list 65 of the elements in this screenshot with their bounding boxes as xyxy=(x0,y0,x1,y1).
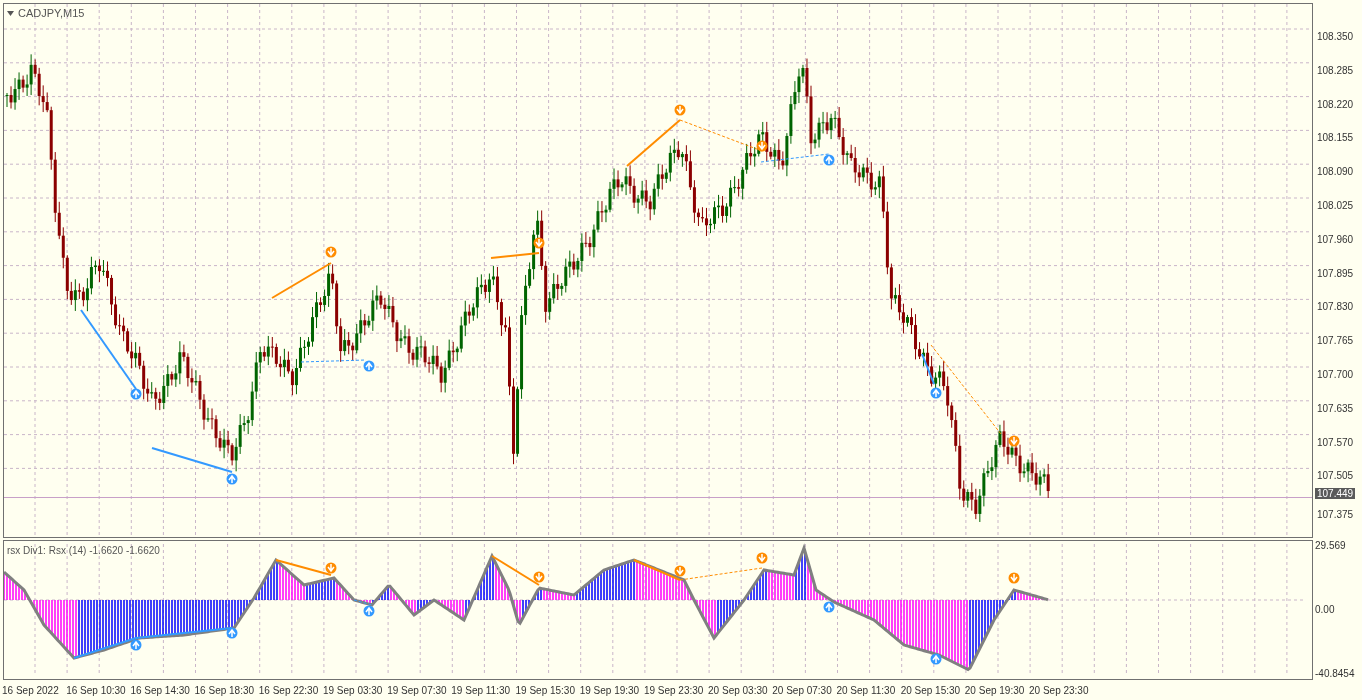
down-arrow-marker-icon xyxy=(674,565,686,577)
time-axis-label: 19 Sep 15:30 xyxy=(515,684,576,698)
price-axis-label: 108.220 xyxy=(1316,98,1354,110)
indicator-label: rsx Div1: Rsx (14) -1.6620 -1.6620 xyxy=(7,544,160,558)
time-axis-label: 16 Sep 2022 xyxy=(2,684,60,698)
down-arrow-marker-icon xyxy=(1008,435,1020,447)
time-axis-label: 19 Sep 23:30 xyxy=(643,684,705,698)
time-axis-label: 19 Sep 19:30 xyxy=(579,684,641,698)
down-arrow-marker-icon xyxy=(756,552,768,564)
time-axis-label: 20 Sep 15:30 xyxy=(900,684,962,698)
price-axis-label: 107.635 xyxy=(1316,402,1354,414)
up-arrow-marker-icon xyxy=(930,387,942,399)
time-axis-label: 16 Sep 10:30 xyxy=(66,684,127,698)
time-axis-label: 19 Sep 07:30 xyxy=(387,684,448,698)
indicator-axis-label: -40.8454 xyxy=(1314,668,1356,680)
time-axis-label: 20 Sep 23:30 xyxy=(1029,684,1090,698)
time-axis-label: 20 Sep 07:30 xyxy=(772,684,833,698)
time-axis-label: 20 Sep 11:30 xyxy=(836,684,897,698)
time-axis-label: 16 Sep 22:30 xyxy=(258,684,320,698)
trend-line xyxy=(275,559,332,576)
up-arrow-marker-icon xyxy=(823,154,835,166)
price-axis-label: 107.700 xyxy=(1316,368,1354,380)
up-arrow-marker-icon xyxy=(226,627,238,639)
indicator-axis-label: 29.569 xyxy=(1314,540,1347,552)
time-axis-label: 16 Sep 14:30 xyxy=(130,684,191,698)
current-price-label: 107.449 xyxy=(1315,488,1356,499)
down-arrow-marker-icon xyxy=(533,237,545,249)
time-axis-label: 19 Sep 11:30 xyxy=(451,684,512,698)
trend-line xyxy=(271,262,332,299)
down-arrow-marker-icon xyxy=(325,562,337,574)
up-arrow-marker-icon xyxy=(930,653,942,665)
up-arrow-marker-icon xyxy=(130,388,142,400)
price-axis-label: 107.570 xyxy=(1316,436,1354,448)
price-axis-label: 107.895 xyxy=(1316,267,1354,279)
up-arrow-marker-icon xyxy=(363,605,375,617)
price-axis-label: 107.375 xyxy=(1316,509,1354,521)
price-axis-label: 107.505 xyxy=(1316,470,1354,482)
price-axis-label: 108.350 xyxy=(1316,31,1354,42)
dropdown-triangle-icon[interactable] xyxy=(7,10,14,16)
price-axis-label: 107.830 xyxy=(1316,301,1354,313)
price-axis-label: 108.285 xyxy=(1316,64,1354,76)
down-arrow-marker-icon xyxy=(325,246,337,258)
trend-line xyxy=(353,599,373,606)
time-axis-label: 20 Sep 03:30 xyxy=(708,684,769,698)
time-axis-label: 20 Sep 19:30 xyxy=(964,684,1026,698)
price-axis-label: 108.090 xyxy=(1316,166,1354,178)
time-axis-label: 19 Sep 03:30 xyxy=(322,684,384,698)
price-axis-label: 107.960 xyxy=(1316,233,1354,245)
indicator-axis-label: 0.00 xyxy=(1314,604,1336,616)
up-arrow-marker-icon xyxy=(226,473,238,485)
up-arrow-marker-icon xyxy=(130,639,142,651)
down-arrow-marker-icon xyxy=(533,571,545,583)
trend-line xyxy=(490,252,540,259)
price-axis-label: 107.765 xyxy=(1316,335,1354,347)
time-axis-label: 16 Sep 18:30 xyxy=(194,684,256,698)
price-axis-label: 108.155 xyxy=(1316,132,1354,144)
down-arrow-marker-icon xyxy=(674,104,686,116)
down-arrow-marker-icon xyxy=(1008,572,1020,584)
up-arrow-marker-icon xyxy=(823,601,835,613)
price-axis-label: 108.025 xyxy=(1316,200,1354,211)
trend-line xyxy=(300,359,367,363)
down-arrow-marker-icon xyxy=(756,140,768,152)
up-arrow-marker-icon xyxy=(363,360,375,372)
chart-title: CADJPY,M15 xyxy=(18,6,85,21)
trend-line xyxy=(491,555,540,586)
